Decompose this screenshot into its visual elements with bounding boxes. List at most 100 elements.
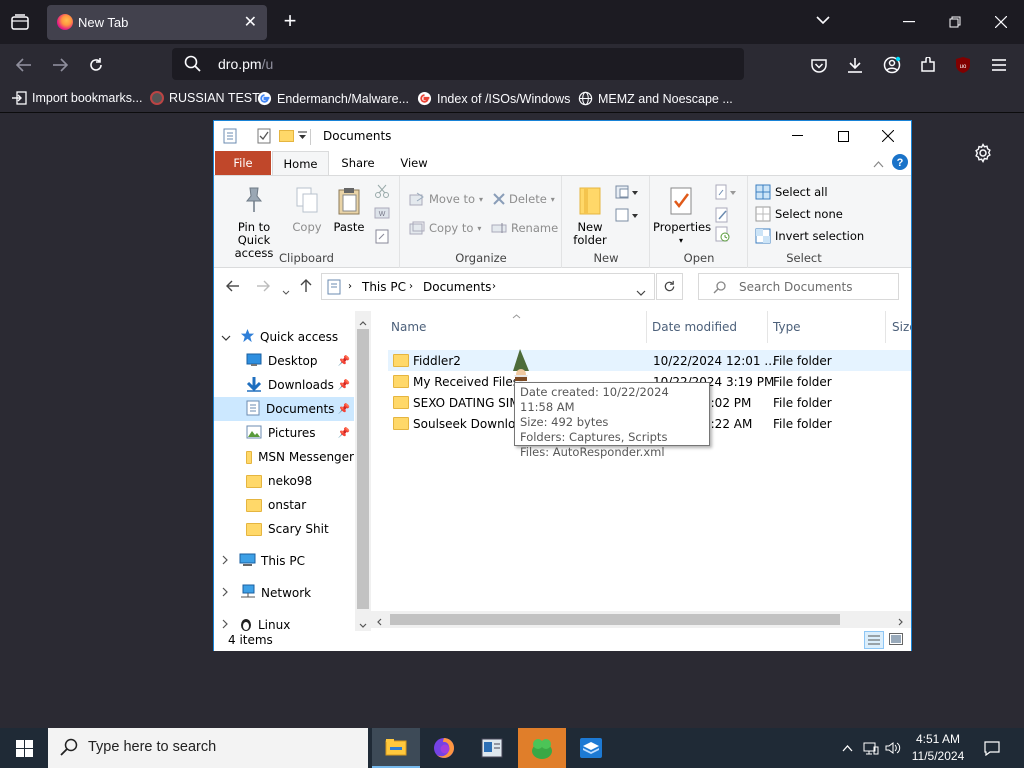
copy-to-button[interactable]: Copy to ▾ <box>409 221 481 235</box>
url-text[interactable]: dro.pm/u <box>218 56 273 72</box>
forward-arrow-icon[interactable] <box>47 52 73 78</box>
refresh-button[interactable] <box>656 273 683 300</box>
file-row[interactable]: Fiddler2 10/22/2024 12:01 ... File folde… <box>388 350 911 371</box>
explorer-close-icon[interactable] <box>865 121 911 151</box>
expand-chevron-icon[interactable] <box>221 330 235 344</box>
close-window-icon[interactable] <box>989 10 1013 34</box>
column-type[interactable]: Type <box>773 320 801 334</box>
explorer-minimize-icon[interactable] <box>774 121 820 151</box>
tab-list-icon[interactable] <box>8 10 32 34</box>
pin-quick-access-button[interactable]: Pin to Quick access <box>220 186 288 260</box>
nav-network[interactable]: Network <box>214 581 354 605</box>
expand-chevron-right-icon[interactable] <box>222 586 236 600</box>
bookmark-russian-test[interactable]: RUSSIAN TEST <box>150 91 260 105</box>
column-date-modified[interactable]: Date modified <box>652 320 737 334</box>
back-arrow-icon[interactable] <box>226 280 240 295</box>
scroll-left-icon[interactable] <box>377 615 382 629</box>
new-item-icon[interactable] <box>615 184 639 203</box>
pocket-icon[interactable] <box>806 52 832 78</box>
expand-chevron-right-icon[interactable] <box>222 618 236 631</box>
folder-qa-icon[interactable] <box>279 128 295 145</box>
copy-button[interactable]: Copy <box>290 186 324 234</box>
nav-item-msn-messenger[interactable]: MSN Messenger <box>214 445 354 469</box>
recent-locations-chevron-icon[interactable] <box>282 284 290 298</box>
horizontal-scrollbar[interactable] <box>371 611 911 628</box>
scroll-down-icon[interactable] <box>359 617 367 631</box>
bookmark-memz[interactable]: MEMZ and Noescape ... <box>578 91 733 106</box>
nav-this-pc[interactable]: This PC <box>214 549 354 573</box>
expand-chevron-right-icon[interactable] <box>222 554 236 568</box>
settings-gear-icon[interactable] <box>973 143 993 168</box>
tab-home[interactable]: Home <box>272 151 329 175</box>
nav-item-desktop[interactable]: Desktop 📌 <box>214 349 354 373</box>
address-dropdown-chevron-icon[interactable] <box>636 285 646 299</box>
explorer-maximize-icon[interactable] <box>820 121 866 151</box>
restore-icon[interactable] <box>943 10 967 34</box>
new-tab-button[interactable]: + <box>278 9 302 33</box>
taskbar-firefox[interactable] <box>420 728 468 768</box>
tab-file[interactable]: File <box>215 151 271 175</box>
move-to-button[interactable]: Move to ▾ <box>409 192 483 206</box>
taskbar-app-sandbox[interactable] <box>567 728 615 768</box>
list-all-tabs-icon[interactable] <box>816 12 830 30</box>
forward-arrow-icon[interactable] <box>256 280 270 295</box>
scrollbar-thumb[interactable] <box>390 614 840 625</box>
taskbar-file-explorer[interactable] <box>372 728 420 768</box>
copy-path-icon[interactable]: W <box>374 207 390 222</box>
scroll-up-icon[interactable] <box>359 315 367 329</box>
bookmark-import[interactable]: Import bookmarks... <box>12 91 142 105</box>
url-bar[interactable]: dro.pm/u <box>172 48 744 80</box>
tab-close-icon[interactable]: ✕ <box>244 12 257 32</box>
address-bar[interactable]: › This PC › Documents › <box>321 273 655 300</box>
tab-view[interactable]: View <box>390 151 438 175</box>
network-tray-icon[interactable] <box>860 728 882 768</box>
nav-pane-scrollbar[interactable] <box>355 311 371 631</box>
cut-icon[interactable] <box>375 184 389 201</box>
nav-item-neko98[interactable]: neko98 <box>214 469 354 493</box>
taskbar-search-box[interactable]: Type here to search <box>48 728 368 768</box>
properties-button[interactable]: Properties ▾ <box>653 186 711 247</box>
column-name[interactable]: Name <box>391 320 426 334</box>
nav-item-onstar[interactable]: onstar <box>214 493 354 517</box>
minimize-icon[interactable] <box>897 10 921 34</box>
volume-tray-icon[interactable] <box>883 728 903 768</box>
menu-hamburger-icon[interactable] <box>986 52 1012 78</box>
nav-item-pictures[interactable]: Pictures 📌 <box>214 421 354 445</box>
scroll-right-icon[interactable] <box>898 615 903 629</box>
breadcrumb-this-pc[interactable]: This PC <box>362 280 406 294</box>
open-icon[interactable] <box>714 184 738 203</box>
start-button[interactable] <box>0 728 48 768</box>
extensions-icon[interactable] <box>915 52 941 78</box>
taskbar-clock[interactable]: 4:51 AM 11/5/2024 <box>908 731 968 765</box>
delete-button[interactable]: Delete ▾ <box>493 192 555 206</box>
edit-icon[interactable] <box>714 207 730 226</box>
up-arrow-icon[interactable] <box>300 279 312 296</box>
browser-tab[interactable]: New Tab ✕ <box>47 5 267 40</box>
breadcrumb-documents[interactable]: Documents <box>423 280 491 294</box>
details-view-icon[interactable] <box>864 631 884 649</box>
rename-button[interactable]: Rename <box>491 221 558 235</box>
easy-access-icon[interactable] <box>615 207 639 226</box>
nav-quick-access[interactable]: Quick access <box>214 325 354 349</box>
taskbar-app-bonzi[interactable] <box>518 728 566 768</box>
collapse-ribbon-icon[interactable] <box>873 157 884 171</box>
taskbar-app-notepad[interactable] <box>468 728 516 768</box>
scrollbar-thumb[interactable] <box>357 329 369 609</box>
notifications-icon[interactable] <box>980 728 1004 768</box>
customize-qa-dropdown-icon[interactable] <box>298 130 307 144</box>
search-box[interactable]: Search Documents <box>698 273 899 300</box>
new-folder-button[interactable]: New folder <box>569 186 611 247</box>
bookmark-isos[interactable]: Index of /ISOs/Windows <box>417 91 570 106</box>
select-all-button[interactable]: Select all <box>755 184 828 200</box>
paste-button[interactable]: Paste <box>332 186 366 234</box>
nav-item-downloads[interactable]: Downloads 📌 <box>214 373 354 397</box>
account-icon[interactable] <box>879 52 905 78</box>
back-arrow-icon[interactable] <box>11 52 37 78</box>
history-icon[interactable] <box>714 226 730 245</box>
large-icons-view-icon[interactable] <box>889 633 903 648</box>
nav-item-scary-shit[interactable]: Scary Shit <box>214 517 354 541</box>
column-size[interactable]: Size <box>892 320 911 334</box>
paste-shortcut-icon[interactable] <box>375 228 389 247</box>
checkmark-qa-icon[interactable] <box>257 128 271 147</box>
reload-icon[interactable] <box>83 52 109 78</box>
